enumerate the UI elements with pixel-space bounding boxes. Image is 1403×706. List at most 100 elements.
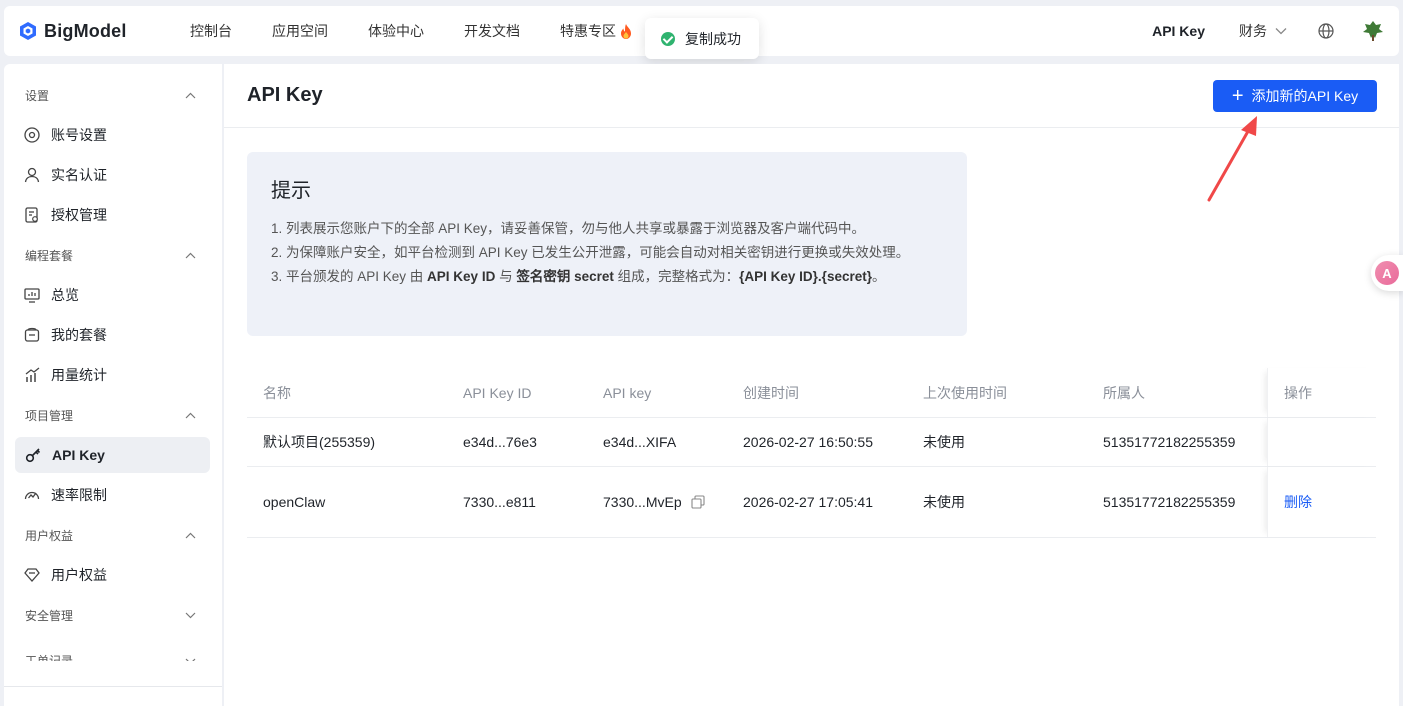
nav-special-label: 特惠专区 (560, 23, 616, 39)
nav-dev-docs[interactable]: 开发文档 (464, 21, 520, 41)
table-row: openClaw 7330...e811 7330...MvEp 2026-02… (247, 467, 1376, 538)
user-icon (24, 167, 40, 183)
sidebar-item-verification[interactable]: 实名认证 (4, 155, 210, 195)
diamond-icon (24, 568, 40, 582)
nav-dev-docs-label: 开发文档 (464, 23, 520, 39)
cell-key-text: 7330...MvEp (603, 494, 682, 510)
nav-experience-label: 体验中心 (368, 23, 424, 39)
sidebar-item-overview[interactable]: 总览 (4, 275, 210, 315)
add-api-key-button[interactable]: + 添加新的API Key (1213, 80, 1377, 112)
tip-text: 组成，完整格式为： (613, 269, 740, 284)
tip-title: 提示 (271, 180, 311, 202)
tip-text: 3. 平台颁发的 API Key 由 (271, 269, 428, 284)
column-header: API key (603, 384, 652, 401)
account-settings-icon (24, 127, 40, 143)
user-avatar-icon[interactable] (1361, 19, 1385, 43)
column-header: 上次使用时间 (923, 384, 1007, 401)
delete-link[interactable]: 删除 (1284, 492, 1312, 512)
sidebar-group-ticket-records[interactable]: 工单记录 (4, 635, 222, 661)
sidebar-item-account-settings[interactable]: 账号设置 (4, 115, 210, 155)
nav-special-offers[interactable]: 特惠专区 (560, 21, 632, 41)
document-check-icon (25, 207, 38, 223)
cell-created: 2026-02-27 16:50:55 (743, 434, 873, 450)
sidebar-group-settings[interactable]: 设置 (4, 75, 222, 115)
sidebar-item-rate-limit[interactable]: 速率限制 (4, 475, 210, 515)
cell-created: 2026-02-27 17:05:41 (743, 494, 873, 510)
column-header-label: 操作 (1284, 384, 1312, 401)
chevron-down-icon (185, 658, 196, 661)
globe-icon[interactable] (1317, 22, 1335, 40)
column-header: 名称 (263, 384, 291, 401)
sidebar-item-label: 实名认证 (51, 167, 107, 183)
nav-finance-label: 财务 (1239, 23, 1267, 39)
sidebar-item-label: 授权管理 (51, 207, 107, 223)
column-header: 所属人 (1103, 384, 1145, 401)
cell-key-id: 7330...e811 (463, 494, 536, 510)
bigmodel-logo-icon (20, 22, 36, 40)
sidebar-item-api-key[interactable]: API Key (15, 437, 210, 473)
table-row: 默认项目(255359) e34d...76e3 e34d...XIFA 202… (247, 418, 1376, 467)
sidebar-item-label: 总览 (51, 287, 79, 303)
sidebar-item-usage-stats[interactable]: 用量统计 (4, 355, 210, 395)
sidebar-group-coding-plan[interactable]: 编程套餐 (4, 235, 222, 275)
cell-owner: 51351772182255359 (1103, 434, 1236, 450)
sidebar-group-project-management[interactable]: 项目管理 (4, 395, 222, 435)
table-header-row: 名称 API Key ID API key 创建时间 上次使用时间 所属人 操作 (247, 368, 1376, 418)
sidebar-item-user-benefits[interactable]: 用户权益 (4, 555, 210, 595)
tip-line-3: 3. 平台颁发的 API Key 由 API Key ID 与 签名密钥 sec… (271, 265, 943, 289)
floating-translate-button[interactable]: A (1371, 255, 1403, 291)
cell-actions (1267, 418, 1376, 466)
tip-line-2: 2. 为保障账户安全，如平台检测到 API Key 已发生公开泄露，可能会自动对… (271, 245, 910, 260)
sidebar-item-label: API Key (52, 447, 105, 463)
nav-console-label: 控制台 (190, 23, 232, 39)
tip-line-1: 1. 列表展示您账户下的全部 API Key，请妥善保管，勿与他人共享或暴露于浏… (271, 221, 866, 236)
chevron-up-icon (185, 532, 196, 538)
copy-success-toast: 复制成功 (645, 18, 759, 59)
tip-text: 与 (495, 269, 517, 284)
nav-console[interactable]: 控制台 (190, 21, 232, 41)
cell-last-used: 未使用 (923, 494, 965, 510)
nav-api-key[interactable]: API Key (1152, 23, 1205, 39)
chevron-down-icon (185, 612, 196, 618)
chevron-up-icon (185, 412, 196, 418)
tip-bold-text: 签名密钥 secret (516, 269, 614, 284)
sidebar-group-label: 设置 (25, 88, 50, 103)
sidebar-item-label: 我的套餐 (51, 327, 107, 343)
cell-actions: 删除 (1267, 467, 1376, 537)
brand-logo[interactable]: BigModel (18, 21, 178, 42)
cell-last-used: 未使用 (923, 434, 965, 450)
tip-text: 。 (871, 269, 886, 284)
sidebar-group-label: 安全管理 (25, 608, 74, 623)
sidebar-item-label: 用量统计 (51, 367, 107, 383)
nav-experience-center[interactable]: 体验中心 (368, 21, 424, 41)
monitor-chart-icon (24, 288, 40, 303)
cell-name: 默认项目(255359) (263, 434, 376, 450)
sidebar-group-label: 用户权益 (25, 528, 74, 543)
nav-finance-dropdown[interactable]: 财务 (1239, 21, 1287, 41)
tip-panel: 提示 1. 列表展示您账户下的全部 API Key，请妥善保管，勿与他人共享或暴… (247, 152, 967, 336)
column-header: 创建时间 (743, 384, 799, 401)
red-arrow-annotation (1207, 116, 1257, 202)
plus-icon: + (1231, 85, 1244, 107)
sidebar-group-label: 项目管理 (25, 408, 74, 423)
cell-name: openClaw (263, 494, 326, 510)
sidebar-item-label: 用户权益 (51, 567, 107, 583)
nav-app-space-label: 应用空间 (272, 23, 328, 39)
sidebar-group-user-benefits[interactable]: 用户权益 (4, 515, 222, 555)
key-icon (25, 448, 41, 463)
sidebar-group-security[interactable]: 安全管理 (4, 595, 222, 635)
bar-chart-icon (25, 367, 40, 382)
page-title: API Key (247, 84, 323, 106)
column-header: API Key ID (463, 384, 532, 401)
success-check-icon (661, 31, 675, 46)
column-header-actions: 操作 (1267, 368, 1376, 417)
nav-app-space[interactable]: 应用空间 (272, 21, 328, 41)
copy-icon[interactable] (691, 495, 705, 509)
tip-bold-text: {API Key ID}.{secret} (739, 269, 872, 284)
sidebar-item-my-plan[interactable]: 我的套餐 (4, 315, 210, 355)
cell-owner: 51351772182255359 (1103, 494, 1236, 510)
translate-icon: A (1375, 261, 1399, 285)
cell-key-id: e34d...76e3 (463, 434, 537, 450)
cell-key: e34d...XIFA (587, 434, 727, 450)
sidebar-item-authorization[interactable]: 授权管理 (4, 195, 210, 235)
